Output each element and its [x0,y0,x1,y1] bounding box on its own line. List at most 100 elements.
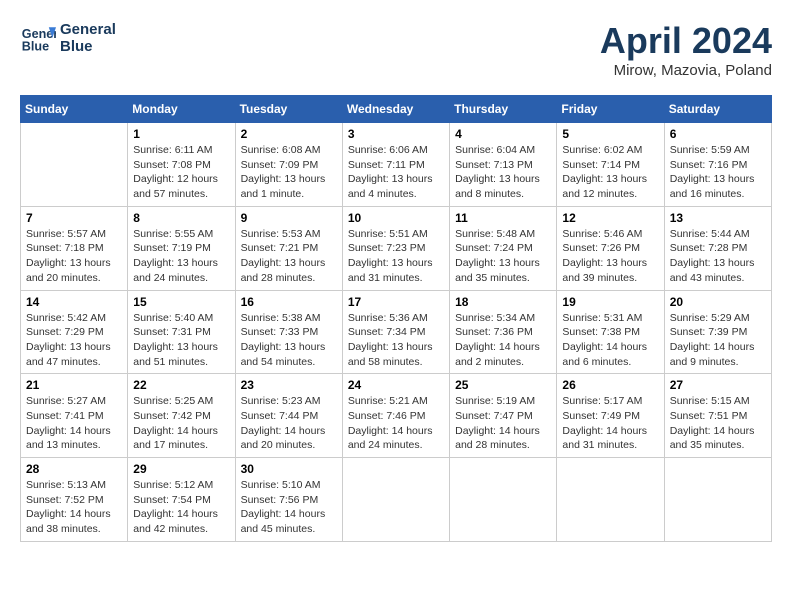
day-info: Sunrise: 5:55 AMSunset: 7:19 PMDaylight:… [133,227,229,286]
weekday-header: Wednesday [342,96,449,123]
day-info: Sunrise: 5:36 AMSunset: 7:34 PMDaylight:… [348,311,444,370]
calendar-cell: 28 Sunrise: 5:13 AMSunset: 7:52 PMDayligh… [21,458,128,542]
weekday-header: Tuesday [235,96,342,123]
calendar-cell: 15Sunrise: 5:40 AMSunset: 7:31 PMDayligh… [128,290,235,374]
day-info: Sunrise: 5:48 AMSunset: 7:24 PMDaylight:… [455,227,551,286]
month-title: April 2024 [600,20,772,62]
calendar-cell: 13 Sunrise: 5:44 AMSunset: 7:28 PMDayligh… [664,206,771,290]
weekday-header: Monday [128,96,235,123]
day-info: Sunrise: 5:25 AMSunset: 7:42 PMDaylight:… [133,394,229,453]
day-info: Sunrise: 5:27 AMSunset: 7:41 PMDaylight:… [26,394,122,453]
day-info: Sunrise: 6:11 AMSunset: 7:08 PMDaylight:… [133,143,229,202]
calendar-cell: 21 Sunrise: 5:27 AMSunset: 7:41 PMDayligh… [21,374,128,458]
calendar-cell: 9Sunrise: 5:53 AMSunset: 7:21 PMDaylight… [235,206,342,290]
day-info: Sunrise: 5:13 AMSunset: 7:52 PMDaylight:… [26,478,122,537]
calendar-week-row: 14 Sunrise: 5:42 AMSunset: 7:29 PMDayligh… [21,290,772,374]
day-info: Sunrise: 6:04 AMSunset: 7:13 PMDaylight:… [455,143,551,202]
day-info: Sunrise: 5:23 AMSunset: 7:44 PMDaylight:… [241,394,337,453]
calendar-cell: 17Sunrise: 5:36 AMSunset: 7:34 PMDayligh… [342,290,449,374]
calendar-cell [342,458,449,542]
weekday-header: Saturday [664,96,771,123]
day-number: 11 [455,211,551,225]
day-info: Sunrise: 5:10 AMSunset: 7:56 PMDaylight:… [241,478,337,537]
calendar-cell: 22 Sunrise: 5:25 AMSunset: 7:42 PMDayligh… [128,374,235,458]
day-info: Sunrise: 5:57 AMSunset: 7:18 PMDaylight:… [26,227,122,286]
location: Mirow, Mazovia, Poland [600,62,772,79]
day-info: Sunrise: 6:08 AMSunset: 7:09 PMDaylight:… [241,143,337,202]
calendar-cell: 10 Sunrise: 5:51 AMSunset: 7:23 PMDayligh… [342,206,449,290]
day-number: 5 [562,127,658,141]
calendar-cell: 23 Sunrise: 5:23 AMSunset: 7:44 PMDayligh… [235,374,342,458]
calendar-cell [450,458,557,542]
day-info: Sunrise: 5:44 AMSunset: 7:28 PMDaylight:… [670,227,766,286]
calendar-cell: 26 Sunrise: 5:17 AMSunset: 7:49 PMDayligh… [557,374,664,458]
calendar-cell: 7 Sunrise: 5:57 AMSunset: 7:18 PMDaylight… [21,206,128,290]
day-number: 3 [348,127,444,141]
calendar-cell: 3 Sunrise: 6:06 AMSunset: 7:11 PMDaylight… [342,123,449,207]
calendar-cell: 6 Sunrise: 5:59 AMSunset: 7:16 PMDaylight… [664,123,771,207]
calendar-cell: 25Sunrise: 5:19 AMSunset: 7:47 PMDayligh… [450,374,557,458]
day-number: 4 [455,127,551,141]
day-number: 22 [133,378,229,392]
calendar-cell [557,458,664,542]
day-number: 13 [670,211,766,225]
day-number: 21 [26,378,122,392]
calendar-cell: 16Sunrise: 5:38 AMSunset: 7:33 PMDayligh… [235,290,342,374]
day-info: Sunrise: 5:46 AMSunset: 7:26 PMDaylight:… [562,227,658,286]
calendar-cell: 27Sunrise: 5:15 AMSunset: 7:51 PMDayligh… [664,374,771,458]
weekday-header: Friday [557,96,664,123]
day-number: 18 [455,295,551,309]
day-number: 28 [26,462,122,476]
calendar-cell: 19 Sunrise: 5:31 AMSunset: 7:38 PMDayligh… [557,290,664,374]
weekday-header: Thursday [450,96,557,123]
logo-line1: General [60,21,116,38]
day-number: 19 [562,295,658,309]
day-number: 29 [133,462,229,476]
calendar-cell: 14 Sunrise: 5:42 AMSunset: 7:29 PMDayligh… [21,290,128,374]
logo-line2: Blue [60,38,116,55]
calendar-cell: 11 Sunrise: 5:48 AMSunset: 7:24 PMDayligh… [450,206,557,290]
svg-text:Blue: Blue [22,40,49,54]
calendar-week-row: 28 Sunrise: 5:13 AMSunset: 7:52 PMDayligh… [21,458,772,542]
day-number: 23 [241,378,337,392]
day-number: 6 [670,127,766,141]
day-info: Sunrise: 5:34 AMSunset: 7:36 PMDaylight:… [455,311,551,370]
day-number: 10 [348,211,444,225]
calendar-cell: 8Sunrise: 5:55 AMSunset: 7:19 PMDaylight… [128,206,235,290]
calendar-cell: 30 Sunrise: 5:10 AMSunset: 7:56 PMDayligh… [235,458,342,542]
calendar-cell: 24Sunrise: 5:21 AMSunset: 7:46 PMDayligh… [342,374,449,458]
calendar-table: SundayMondayTuesdayWednesdayThursdayFrid… [20,95,772,542]
calendar-cell: 18 Sunrise: 5:34 AMSunset: 7:36 PMDayligh… [450,290,557,374]
day-info: Sunrise: 5:15 AMSunset: 7:51 PMDaylight:… [670,394,766,453]
calendar-week-row: 1 Sunrise: 6:11 AMSunset: 7:08 PMDaylight… [21,123,772,207]
day-info: Sunrise: 5:42 AMSunset: 7:29 PMDaylight:… [26,311,122,370]
day-info: Sunrise: 5:21 AMSunset: 7:46 PMDaylight:… [348,394,444,453]
day-info: Sunrise: 5:38 AMSunset: 7:33 PMDaylight:… [241,311,337,370]
day-info: Sunrise: 5:51 AMSunset: 7:23 PMDaylight:… [348,227,444,286]
day-number: 2 [241,127,337,141]
calendar-cell: 29Sunrise: 5:12 AMSunset: 7:54 PMDayligh… [128,458,235,542]
calendar-cell: 12Sunrise: 5:46 AMSunset: 7:26 PMDayligh… [557,206,664,290]
logo: General Blue General Blue [20,20,116,56]
day-info: Sunrise: 6:06 AMSunset: 7:11 PMDaylight:… [348,143,444,202]
day-info: Sunrise: 6:02 AMSunset: 7:14 PMDaylight:… [562,143,658,202]
day-info: Sunrise: 5:31 AMSunset: 7:38 PMDaylight:… [562,311,658,370]
day-number: 7 [26,211,122,225]
logo-icon: General Blue [20,20,56,56]
day-info: Sunrise: 5:40 AMSunset: 7:31 PMDaylight:… [133,311,229,370]
calendar-cell [21,123,128,207]
day-number: 14 [26,295,122,309]
day-info: Sunrise: 5:17 AMSunset: 7:49 PMDaylight:… [562,394,658,453]
day-info: Sunrise: 5:53 AMSunset: 7:21 PMDaylight:… [241,227,337,286]
calendar-cell: 4 Sunrise: 6:04 AMSunset: 7:13 PMDaylight… [450,123,557,207]
calendar-header-row: SundayMondayTuesdayWednesdayThursdayFrid… [21,96,772,123]
day-number: 26 [562,378,658,392]
page-header: General Blue General Blue April 2024 Mir… [20,20,772,79]
day-info: Sunrise: 5:19 AMSunset: 7:47 PMDaylight:… [455,394,551,453]
day-number: 30 [241,462,337,476]
day-info: Sunrise: 5:59 AMSunset: 7:16 PMDaylight:… [670,143,766,202]
calendar-cell: 5 Sunrise: 6:02 AMSunset: 7:14 PMDaylight… [557,123,664,207]
calendar-week-row: 21 Sunrise: 5:27 AMSunset: 7:41 PMDayligh… [21,374,772,458]
weekday-header: Sunday [21,96,128,123]
day-number: 1 [133,127,229,141]
